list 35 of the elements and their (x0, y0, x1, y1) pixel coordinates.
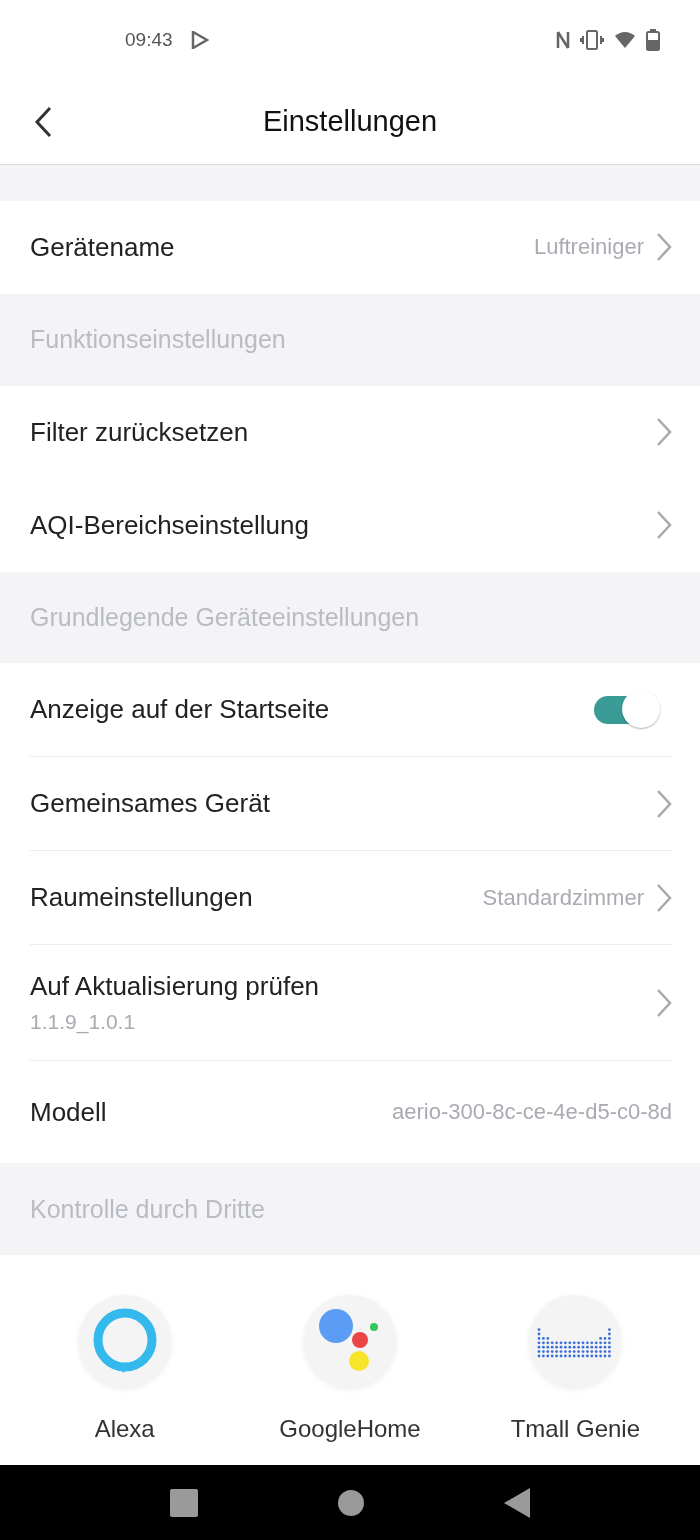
setting-value: Luftreiniger (533, 234, 644, 261)
chevron-icon (656, 988, 672, 1018)
nfc-icon (556, 29, 570, 50)
battery-icon (646, 28, 660, 51)
play-icon (190, 30, 209, 49)
chevron-left-icon (34, 105, 52, 138)
setting-label: Anzeige auf der Startseite (30, 694, 331, 726)
recents-button[interactable] (169, 1488, 198, 1517)
chevron-icon (656, 417, 672, 448)
chevron-icon (656, 883, 672, 913)
page-title: Einstellungen (262, 105, 438, 139)
version-text: 1.1.9_1.0.1 (30, 1010, 137, 1035)
wifi-icon (614, 30, 636, 49)
vibrate-icon (580, 29, 604, 50)
section-title: Funktionseinstellungen (29, 324, 287, 356)
chevron-icon (656, 510, 672, 541)
setting-label: Modell (30, 1097, 108, 1128)
chevron-icon (656, 789, 672, 819)
setting-label: Gerätename (30, 231, 176, 263)
service-button[interactable]: Alexa (12, 1255, 238, 1466)
setting-value: aerio-300-8c-ce-4e-d5-c0-8d (391, 1099, 672, 1126)
section-title: Grundlegende Geräteeinstellungen (29, 602, 421, 634)
home-button[interactable] (337, 1488, 365, 1517)
chevron-icon (656, 232, 672, 263)
section-title: Kontrolle durch Dritte (29, 1193, 266, 1225)
service-button[interactable]: GoogleHome (237, 1255, 463, 1466)
setting-label: Auf Aktualisierung prüfen (30, 971, 321, 1003)
back-nav-button[interactable] (504, 1487, 531, 1518)
setting-label: Gemeinsames Gerät (30, 788, 271, 820)
setting-label: Raumeinstellungen (30, 882, 254, 914)
setting-value: Standardzimmer (482, 885, 644, 911)
service-button[interactable]: Tmall Genie (462, 1255, 688, 1466)
setting-label: Filter zurücksetzen (30, 416, 250, 448)
setting-label: AQI-Bereichseinstellung (30, 509, 310, 541)
status-time: 09:43 (125, 28, 173, 51)
